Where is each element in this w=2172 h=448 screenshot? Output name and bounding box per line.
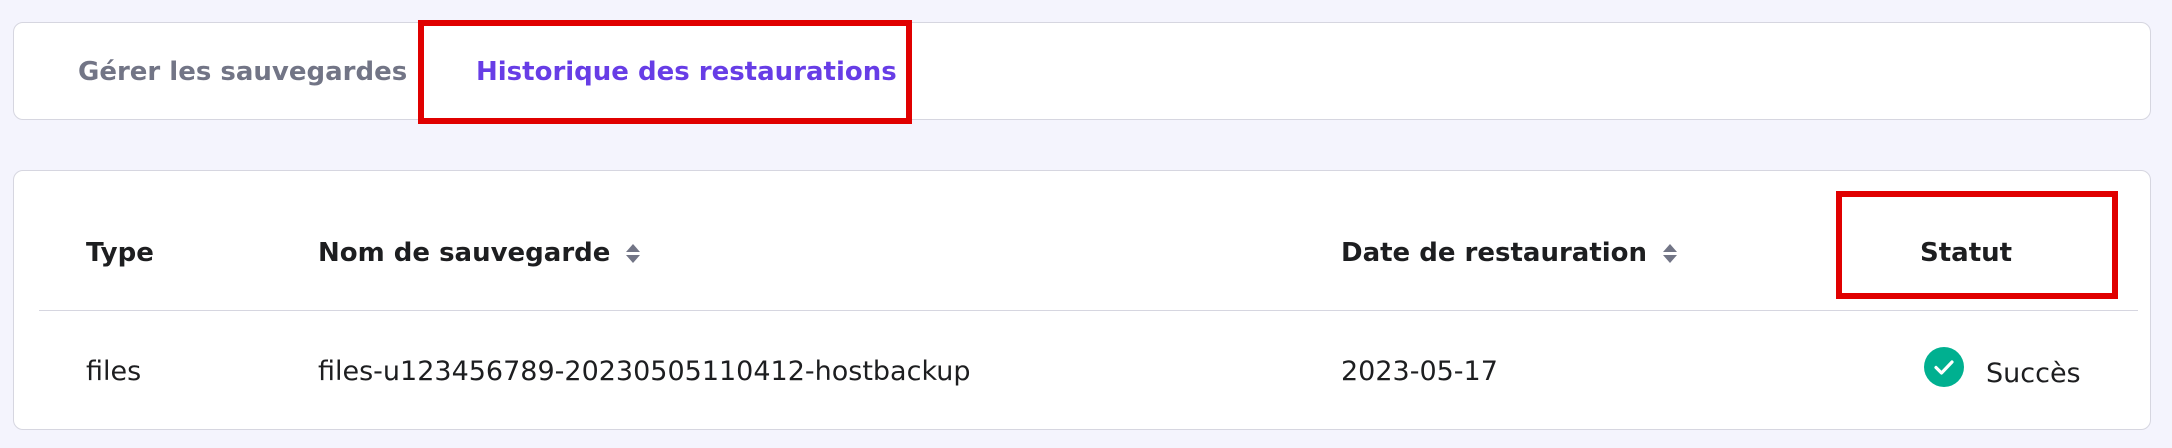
column-header-status-label: Statut — [1920, 238, 2013, 268]
cell-restore-date-value: 2023-05-17 — [1341, 355, 1498, 387]
tab-manage-backups[interactable]: Gérer les sauvegardes — [78, 23, 407, 121]
cell-backup-name-value: files-u123456789-20230505110412-hostback… — [318, 355, 971, 387]
header-divider — [39, 310, 2138, 311]
tab-restore-history[interactable]: Historique des restaurations — [476, 23, 897, 121]
column-header-backup-name[interactable]: Nom de sauvegarde — [318, 233, 641, 273]
sort-icon[interactable] — [1663, 243, 1678, 263]
column-header-status: Statut — [1920, 233, 2012, 273]
cell-type: files — [86, 351, 141, 391]
column-header-backup-name-label: Nom de sauvegarde — [318, 238, 611, 268]
tab-manage-backups-label: Gérer les sauvegardes — [78, 57, 408, 87]
tab-restore-history-label: Historique des restaurations — [476, 57, 897, 87]
column-header-restore-date[interactable]: Date de restauration — [1341, 233, 1678, 273]
status-badge: Succès — [1986, 357, 2081, 389]
cell-type-value: files — [86, 355, 142, 387]
column-header-type-label: Type — [86, 238, 154, 268]
column-header-restore-date-label: Date de restauration — [1341, 238, 1648, 268]
tabs-bar: Gérer les sauvegardes Historique des res… — [13, 22, 2151, 120]
cell-status: Succès — [1924, 347, 2081, 389]
cell-restore-date: 2023-05-17 — [1341, 351, 1498, 391]
cell-backup-name: files-u123456789-20230505110412-hostback… — [318, 351, 971, 391]
check-circle-icon — [1924, 347, 1964, 387]
restore-history-table: Type Nom de sauvegarde Date de restaurat… — [13, 170, 2151, 430]
column-header-type: Type — [86, 233, 154, 273]
sort-icon[interactable] — [626, 243, 641, 263]
